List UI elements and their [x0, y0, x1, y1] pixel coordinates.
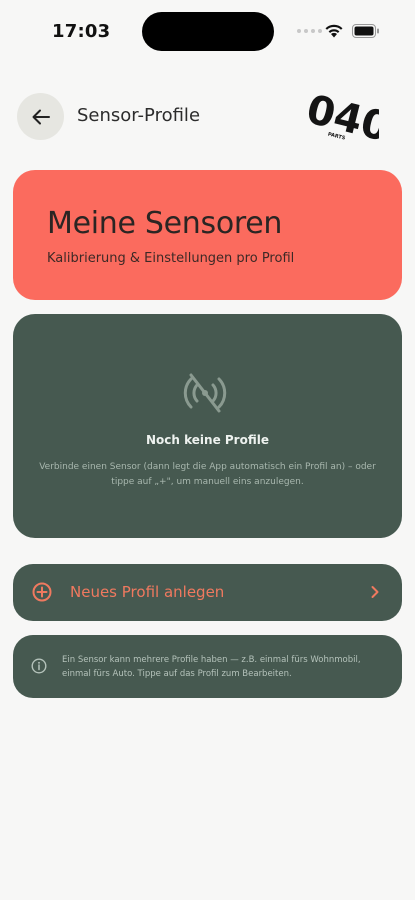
hero-subtitle: Kalibrierung & Einstellungen pro Profil	[47, 251, 295, 266]
status-bar: 17:03	[0, 0, 415, 60]
empty-state-title: Noch keine Profile	[146, 433, 269, 447]
wifi-icon	[325, 24, 343, 38]
new-profile-label: Neues Profil anlegen	[70, 583, 225, 601]
empty-state-card: Noch keine Profile Verbinde einen Sensor…	[13, 314, 402, 538]
empty-state-description: Verbinde einen Sensor (dann legt die App…	[39, 462, 376, 487]
page-title: Sensor-Profile	[77, 105, 201, 126]
back-button[interactable]	[17, 93, 64, 140]
plus-circle-icon	[32, 582, 52, 602]
info-icon	[31, 658, 47, 674]
cellular-signal-icon	[297, 29, 322, 33]
arrow-left-icon	[32, 109, 50, 124]
brand-logo: 040 PARTS	[303, 86, 379, 146]
status-time: 17:03	[52, 21, 111, 42]
dynamic-island	[142, 12, 274, 51]
info-card: Ein Sensor kann mehrere Profile haben — …	[13, 635, 402, 698]
hero-title: Meine Sensoren	[47, 206, 283, 241]
signal-off-icon	[183, 373, 227, 413]
hero-card: Meine Sensoren Kalibrierung & Einstellun…	[13, 170, 402, 300]
info-text: Ein Sensor kann mehrere Profile haben — …	[62, 655, 361, 679]
new-profile-button[interactable]: Neues Profil anlegen	[13, 564, 402, 621]
battery-icon	[352, 24, 379, 38]
chevron-right-icon	[371, 586, 379, 598]
